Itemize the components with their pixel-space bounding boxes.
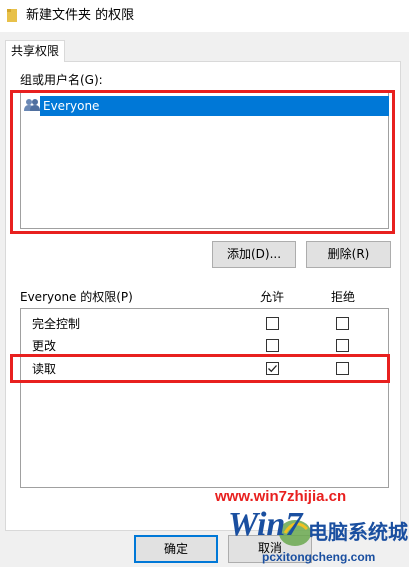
permission-full-control-label: 完全控制 — [32, 317, 81, 331]
add-button[interactable]: 添加(D)... — [212, 241, 296, 268]
full-control-allow-checkbox[interactable] — [266, 317, 279, 330]
watermark-logo-text: Win7 — [228, 506, 303, 543]
permissions-list — [20, 308, 389, 488]
change-allow-checkbox[interactable] — [266, 339, 279, 352]
folder-icon — [7, 9, 17, 22]
window-title: 新建文件夹 的权限 — [26, 8, 135, 23]
highlight-box-read-row — [10, 354, 390, 383]
permissions-label: Everyone 的权限(P) — [20, 290, 133, 304]
ok-button[interactable]: 确定 — [134, 535, 218, 563]
allow-column-header: 允许 — [260, 290, 285, 304]
groups-label: 组或用户名(G): — [20, 73, 103, 87]
deny-column-header: 拒绝 — [331, 290, 356, 304]
change-deny-checkbox[interactable] — [336, 339, 349, 352]
highlight-box-groups — [10, 90, 395, 234]
remove-button[interactable]: 删除(R) — [306, 241, 391, 268]
permission-change-label: 更改 — [32, 339, 57, 353]
tab-share-permissions[interactable]: 共享权限 — [5, 40, 65, 62]
full-control-deny-checkbox[interactable] — [336, 317, 349, 330]
watermark-brand: 电脑系统城 — [308, 520, 408, 544]
watermark-domain: pcxitongcheng.com — [262, 550, 376, 564]
